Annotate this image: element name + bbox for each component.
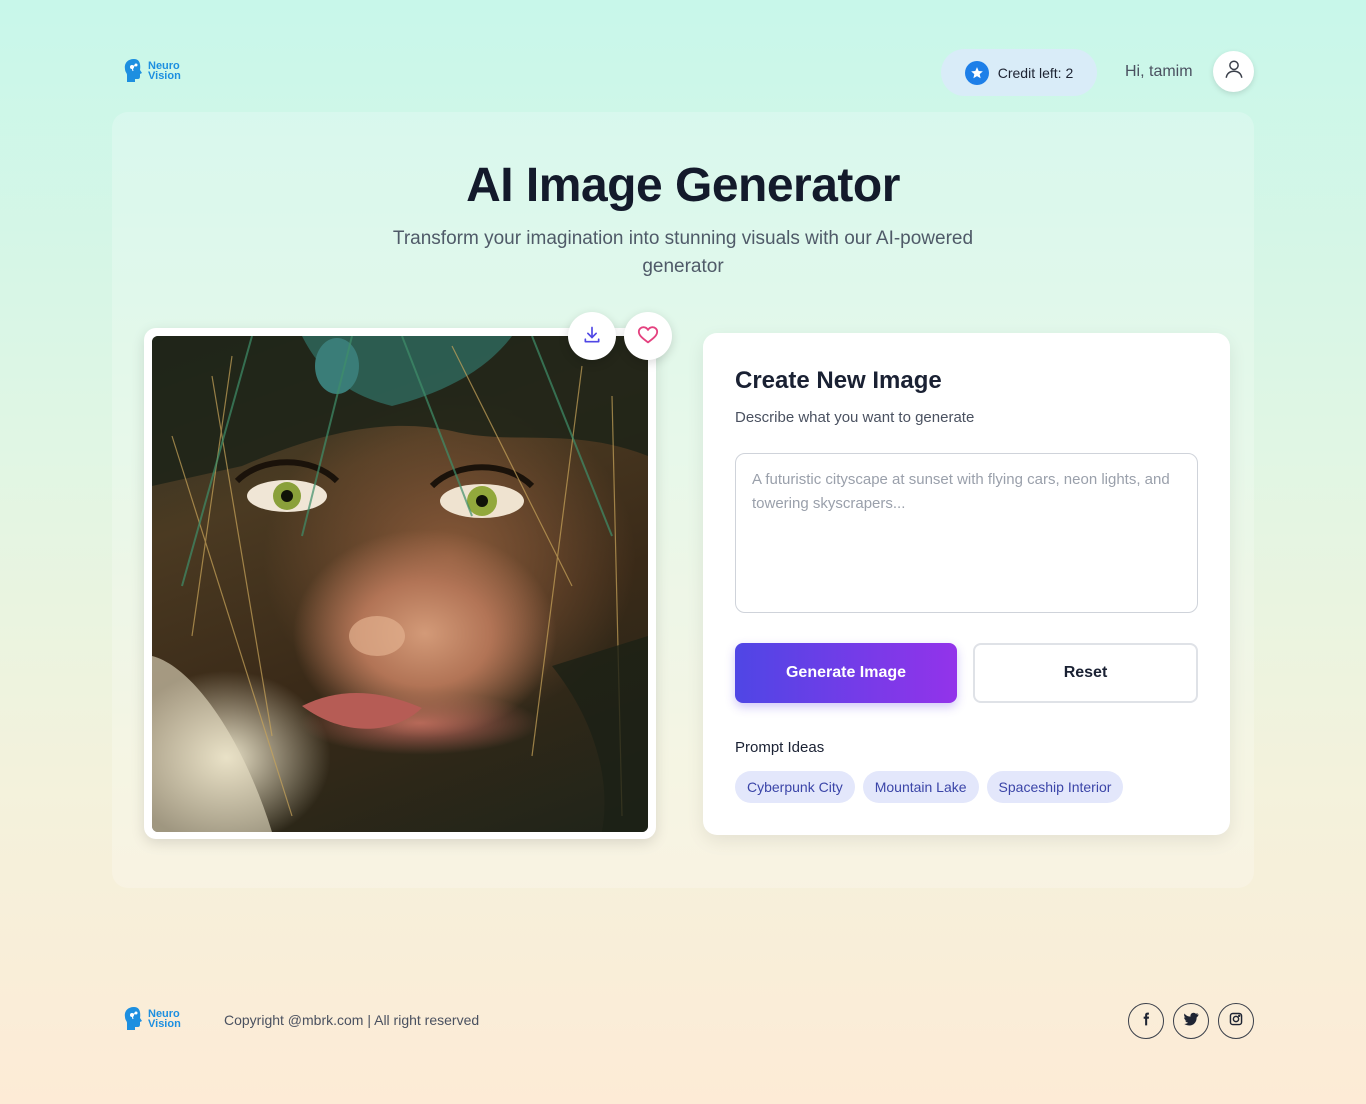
generate-image-button[interactable]: Generate Image: [735, 643, 957, 703]
download-button[interactable]: [568, 312, 616, 360]
brand-line-2: Vision: [148, 70, 181, 82]
create-card-description: Describe what you want to generate: [735, 409, 975, 426]
user-avatar-button[interactable]: [1213, 51, 1254, 92]
footer-brand-logo[interactable]: Neuro Vision: [123, 1006, 181, 1032]
download-icon: [582, 325, 602, 348]
credit-badge[interactable]: Credit left: 2: [941, 49, 1097, 96]
prompt-input[interactable]: [735, 453, 1198, 613]
copyright-text: Copyright @mbrk.com | All right reserved: [224, 1012, 480, 1028]
create-image-card: Create New Image Describe what you want …: [703, 333, 1230, 835]
credit-label: Credit left: 2: [997, 64, 1074, 81]
generated-image: [152, 336, 648, 832]
prompt-idea-chip[interactable]: Spaceship Interior: [986, 771, 1124, 803]
user-greeting: Hi, tamim: [1125, 63, 1193, 80]
prompt-ideas-list: Cyberpunk City Mountain Lake Spaceship I…: [735, 771, 1124, 803]
star-icon: [964, 60, 989, 85]
twitter-link[interactable]: [1173, 1003, 1209, 1039]
prompt-ideas-label: Prompt Ideas: [735, 739, 825, 756]
create-card-title: Create New Image: [735, 367, 942, 394]
brand-line-2: Vision: [148, 1018, 181, 1030]
twitter-icon: [1183, 1011, 1199, 1031]
brain-head-icon: [123, 1006, 145, 1032]
reset-button[interactable]: Reset: [973, 643, 1198, 703]
favorite-button[interactable]: [624, 312, 672, 360]
instagram-icon: [1229, 1012, 1243, 1031]
page-subtitle: Transform your imagination into stunning…: [392, 228, 974, 277]
brand-logo[interactable]: Neuro Vision: [123, 58, 181, 84]
brain-head-icon: [123, 58, 145, 84]
instagram-link[interactable]: [1218, 1003, 1254, 1039]
user-icon: [1223, 58, 1245, 85]
heart-icon: [637, 324, 659, 349]
page-title: AI Image Generator: [466, 159, 900, 212]
prompt-idea-chip[interactable]: Mountain Lake: [862, 771, 979, 803]
generated-image-card: [144, 328, 656, 839]
facebook-link[interactable]: [1128, 1003, 1164, 1039]
prompt-idea-chip[interactable]: Cyberpunk City: [735, 771, 855, 803]
facebook-icon: [1139, 1012, 1153, 1031]
